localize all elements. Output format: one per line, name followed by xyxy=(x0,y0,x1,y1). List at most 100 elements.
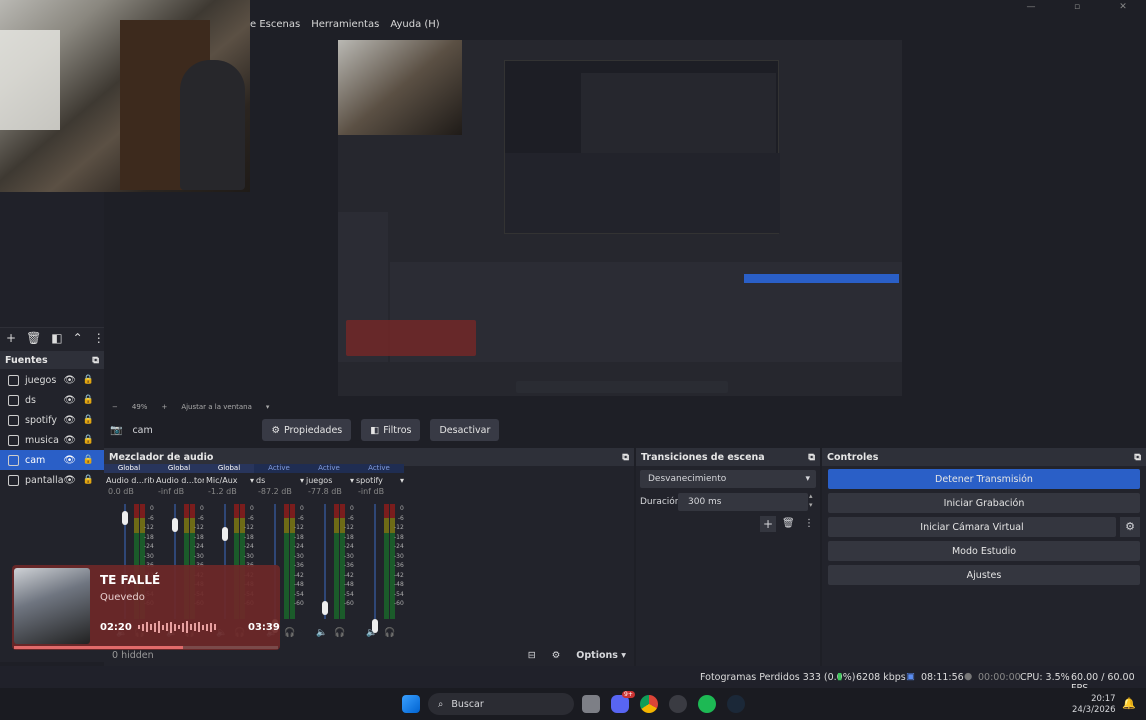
waveform-bar xyxy=(170,621,172,633)
lock-icon[interactable]: 🔒 xyxy=(83,375,94,385)
speaker-icon[interactable]: 🔈 xyxy=(316,628,327,638)
chevron-down-icon[interactable]: ▾ xyxy=(266,403,270,411)
eye-icon[interactable]: 👁 xyxy=(63,455,76,466)
settings-button[interactable]: Ajustes xyxy=(828,565,1140,585)
windows-start-icon[interactable] xyxy=(402,695,420,713)
meter-scale: 0-6-12-18-24-30-36-42-48-54-60 xyxy=(344,505,354,607)
properties-button[interactable]: ⚙ Propiedades xyxy=(262,419,352,441)
maximize-icon[interactable]: ▫ xyxy=(1054,0,1100,14)
preview-canvas[interactable] xyxy=(338,40,902,396)
menu-scenes[interactable]: e Escenas xyxy=(250,19,300,30)
source-item[interactable]: musica 👁 🔒 xyxy=(0,430,104,450)
source-item[interactable]: spotify 👁 🔒 xyxy=(0,410,104,430)
options-button[interactable]: Options ▾ xyxy=(576,650,626,661)
volume-fader[interactable] xyxy=(322,600,328,615)
source-item[interactable]: juegos 👁 🔒 xyxy=(0,370,104,390)
channel-name[interactable]: juegos ▾ xyxy=(304,473,354,487)
lock-icon[interactable]: 🔒 xyxy=(83,435,94,445)
minimize-icon[interactable]: — xyxy=(1008,0,1054,14)
clock[interactable]: 20:17 24/3/2026 xyxy=(1072,694,1116,716)
task-view-icon[interactable] xyxy=(582,695,600,713)
stop-stream-button[interactable]: Detener Transmisión xyxy=(828,469,1140,489)
stream-icon: ▣ xyxy=(906,671,915,682)
hidden-count: 0 hidden xyxy=(112,649,154,661)
menu-tools[interactable]: Herramientas xyxy=(311,19,379,30)
taskbar: ⌕ Buscar 9+ 20:17 24/3/2026 🔔 xyxy=(0,688,1146,720)
source-item[interactable]: ds 👁 🔒 xyxy=(0,390,104,410)
volume-fader[interactable] xyxy=(222,527,228,541)
waveform-bar xyxy=(182,622,184,632)
eye-icon[interactable]: 👁 xyxy=(63,475,76,486)
audio-icon xyxy=(8,414,19,426)
spotify-icon[interactable] xyxy=(698,695,716,713)
waveform-bar xyxy=(146,622,148,632)
deactivate-button[interactable]: Desactivar xyxy=(430,419,500,441)
start-recording-button[interactable]: Iniciar Grabación xyxy=(828,493,1140,513)
selected-source-label: cam xyxy=(132,424,153,436)
globe-icon xyxy=(8,434,19,446)
layout-icon[interactable]: ⊟ xyxy=(528,650,536,661)
undock-icon[interactable]: ⧉ xyxy=(92,355,99,366)
settings-icon[interactable]: ⚙ xyxy=(552,650,561,661)
source-item[interactable]: cam 👁 🔒 xyxy=(0,450,104,470)
obs-icon[interactable] xyxy=(669,695,687,713)
channel-name[interactable]: Audio d...torio 2▾ xyxy=(154,473,204,487)
chevron-up-icon[interactable]: ⌃ xyxy=(73,331,83,345)
gear-icon[interactable]: ⚙ xyxy=(1120,517,1140,537)
total-time: 03:39 xyxy=(248,622,280,633)
lock-icon[interactable]: 🔒 xyxy=(83,455,94,465)
steam-icon[interactable] xyxy=(727,695,745,713)
channel-name[interactable]: Audio d...ritorio▾ xyxy=(104,473,154,487)
source-item[interactable]: pantalla 👁 🔒 xyxy=(0,470,104,490)
channel-name[interactable]: spotify ▾ xyxy=(354,473,404,487)
menu-help[interactable]: Ayuda (H) xyxy=(390,19,439,30)
meter-scale: 0-6-12-18-24-30-36-42-48-54-60 xyxy=(294,505,304,607)
fit-mode-select[interactable]: Ajustar a la ventana xyxy=(181,403,252,411)
eye-icon[interactable]: 👁 xyxy=(63,435,76,446)
now-playing-widget: TE FALLÉ Quevedo 02:20 03:39 xyxy=(12,565,280,650)
speaker-icon[interactable]: 🔈 xyxy=(366,628,377,638)
notification-bell-icon[interactable]: 🔔 xyxy=(1122,697,1136,710)
undock-icon[interactable]: ⧉ xyxy=(1134,452,1141,463)
volume-fader[interactable] xyxy=(172,517,178,532)
waveform-bar xyxy=(210,622,212,632)
headphones-icon[interactable]: 🎧 xyxy=(284,628,295,638)
lock-icon[interactable]: 🔒 xyxy=(83,395,94,405)
filters-button[interactable]: ◧ Filtros xyxy=(361,419,421,441)
chevron-down-icon: ▾ xyxy=(805,474,810,484)
undock-icon[interactable]: ⧉ xyxy=(808,452,815,463)
more-icon[interactable]: ⋮ xyxy=(93,331,105,345)
signal-icon: ▮ xyxy=(837,671,843,682)
undock-icon[interactable]: ⧉ xyxy=(622,452,629,463)
duration-stepper[interactable]: ▴ ▾ xyxy=(809,492,813,510)
headphones-icon[interactable]: 🎧 xyxy=(384,628,395,638)
eye-icon[interactable]: 👁 xyxy=(63,375,76,386)
transition-select[interactable]: Desvanecimiento ▾ xyxy=(640,470,816,488)
add-icon[interactable]: + xyxy=(6,331,16,345)
studio-mode-button[interactable]: Modo Estudio xyxy=(828,541,1140,561)
chrome-icon[interactable] xyxy=(640,695,658,713)
headphones-icon[interactable]: 🎧 xyxy=(334,628,345,638)
channel-name[interactable]: Mic/Aux ▾ xyxy=(204,473,254,487)
duration-input[interactable]: 300 ms xyxy=(678,493,808,511)
trash-icon[interactable]: 🗑 xyxy=(782,518,795,529)
properties-bar: 📷 cam ⚙ Propiedades ◧ Filtros Desactivar xyxy=(104,416,1146,444)
volume-fader[interactable] xyxy=(122,510,128,525)
camera-icon: 📷 xyxy=(110,424,123,436)
eye-icon[interactable]: 👁 xyxy=(63,395,76,406)
scenes-list xyxy=(0,192,104,328)
eye-icon[interactable]: 👁 xyxy=(63,415,76,426)
taskbar-search[interactable]: ⌕ Buscar xyxy=(428,693,574,715)
zoom-out-button[interactable]: − xyxy=(112,403,118,411)
add-transition-button[interactable]: + xyxy=(760,516,776,532)
more-icon[interactable]: ⋮ xyxy=(804,518,814,529)
trash-icon[interactable]: 🗑 xyxy=(26,331,41,345)
filter-icon[interactable]: ◧ xyxy=(51,331,62,345)
zoom-in-button[interactable]: + xyxy=(161,403,167,411)
lock-icon[interactable]: 🔒 xyxy=(83,475,94,485)
start-virtual-cam-button[interactable]: Iniciar Cámara Virtual xyxy=(828,517,1116,537)
waveform-bar xyxy=(150,624,152,630)
close-icon[interactable]: ✕ xyxy=(1100,0,1146,14)
channel-name[interactable]: ds ▾ xyxy=(254,473,304,487)
lock-icon[interactable]: 🔒 xyxy=(83,415,94,425)
